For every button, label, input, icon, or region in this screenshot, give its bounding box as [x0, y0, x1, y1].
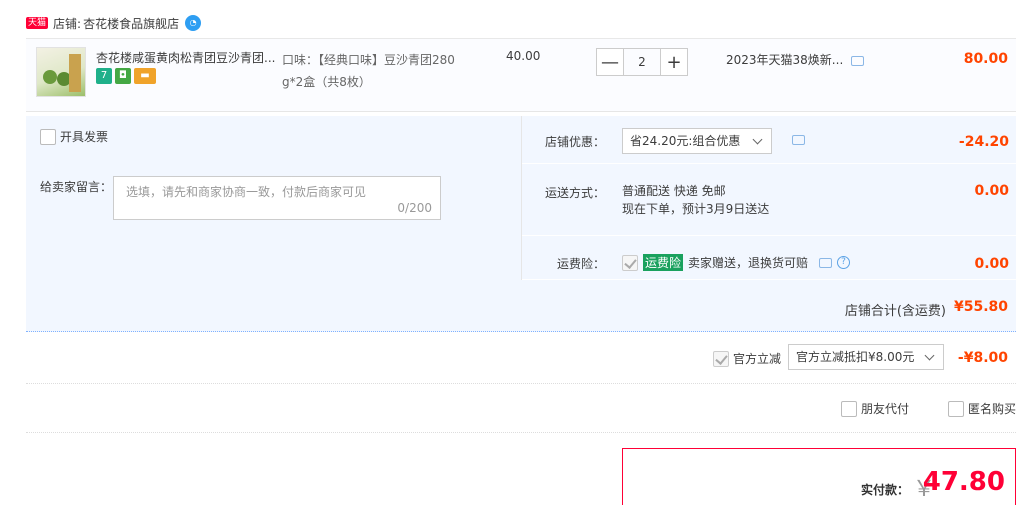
memo-char-count: 0/200	[397, 201, 432, 215]
memo-placeholder: 选填，请先和商家协商一致，付款后商家可见	[126, 185, 367, 199]
memo-label: 给卖家留言：	[40, 180, 113, 194]
shop-discount-row: 店铺优惠： 省24.20元:组合优惠 -24.20	[522, 116, 1017, 164]
official-discount-label: 官方立减	[733, 352, 782, 366]
shop-name-link[interactable]: 杏花楼食品旗舰店	[83, 15, 179, 32]
card-icon[interactable]: ▬	[134, 68, 156, 84]
help-icon[interactable]: ?	[837, 256, 851, 269]
chevron-down-icon	[752, 134, 763, 145]
shop-total-amount: ¥55.80	[953, 299, 1008, 315]
guarantee-icon[interactable]: ◘	[115, 68, 131, 84]
promotion-text: 2023年天猫38焕新...	[726, 53, 844, 67]
order-item-row: 杏花楼咸蛋黄肉松青团豆沙青团... 7 ◘ ▬ 口味：【经典口味】豆沙青团280…	[26, 38, 1016, 112]
friend-pay-option[interactable]: 朋友代付	[841, 400, 909, 417]
product-thumbnail[interactable]	[36, 47, 86, 97]
sku-line: 口味：【经典口味】豆沙青团280	[282, 53, 455, 67]
invoice-label: 开具发票	[60, 130, 109, 144]
official-discount-amount: -¥8.00	[957, 350, 1008, 366]
anonymous-checkbox[interactable]	[948, 400, 964, 417]
options-right: 店铺优惠： 省24.20元:组合优惠 -24.20 运送方式： 普通配送 快递 …	[521, 116, 1017, 280]
extra-options-row: 朋友代付 匿名购买	[26, 384, 1016, 433]
shipping-eta: 现在下单，预计3月9日送达	[622, 202, 770, 216]
insurance-option: 运费险 卖家赠送，退换货可赔 ?	[622, 254, 851, 271]
invoice-checkbox[interactable]	[40, 128, 56, 145]
shop-discount-amount: -24.20	[958, 134, 1009, 150]
insurance-amount: 0.00	[974, 256, 1009, 272]
tmall-badge: 天猫	[26, 17, 49, 29]
shipping-label: 运送方式：	[544, 186, 605, 200]
insurance-row: 运费险： 运费险 卖家赠送，退换货可赔 ? 0.00	[522, 236, 1017, 280]
official-discount-checkbox	[713, 350, 729, 367]
official-discount-select[interactable]: 官方立减抵扣¥8.00元	[788, 344, 944, 370]
insurance-text: 卖家赠送，退换货可赔	[688, 256, 809, 270]
product-title-link[interactable]: 杏花楼咸蛋黄肉松青团豆沙青团...	[96, 49, 276, 66]
shipping-details: 普通配送 快递 免邮 现在下单，预计3月9日送达	[622, 182, 769, 218]
insurance-checkbox	[622, 254, 638, 271]
official-discount-option: 官方立减	[713, 350, 781, 367]
friend-pay-checkbox[interactable]	[841, 400, 857, 417]
shipping-row: 运送方式： 普通配送 快递 免邮 现在下单，预计3月9日送达 0.00	[522, 164, 1017, 236]
official-discount-row: 官方立减 官方立减抵扣¥8.00元 -¥8.00	[26, 334, 1016, 384]
anonymous-option[interactable]: 匿名购买	[948, 400, 1016, 417]
options-left: 开具发票 给卖家留言： 选填，请先和商家协商一致，付款后商家可见 0/200	[26, 116, 521, 280]
shop-discount-select[interactable]: 省24.20元:组合优惠	[622, 128, 772, 154]
shop-discount-selected: 省24.20元:组合优惠	[630, 134, 741, 148]
shipping-amount: 0.00	[974, 183, 1009, 199]
shop-label: 店铺:	[53, 16, 82, 31]
comment-icon[interactable]	[819, 257, 833, 268]
payment-total-box: 实付款： ￥ 47.80	[622, 448, 1016, 505]
seven-day-return-icon[interactable]: 7	[96, 68, 112, 84]
shipping-method: 普通配送 快递 免邮	[622, 184, 726, 198]
memo-textarea[interactable]: 选填，请先和商家协商一致，付款后商家可见 0/200	[113, 176, 441, 220]
shop-total-label: 店铺合计(含运费)	[844, 304, 946, 319]
shop-discount-label: 店铺优惠：	[544, 135, 605, 149]
shop-header: 天猫 店铺: 杏花楼食品旗舰店 ◔	[26, 14, 202, 32]
unit-price: 40.00	[506, 49, 541, 63]
qty-increase-button[interactable]: +	[660, 48, 688, 76]
qty-input[interactable]: 2	[624, 48, 660, 76]
wangwang-chat-icon[interactable]: ◔	[185, 15, 202, 31]
sku-line: g*2盒（共8枚）	[282, 75, 371, 89]
comment-icon[interactable]	[792, 135, 805, 145]
quantity-stepper: — 2 +	[596, 48, 688, 76]
anonymous-label: 匿名购买	[968, 402, 1017, 416]
promotion: 2023年天猫38焕新...	[726, 51, 865, 68]
payment-amount: 47.80	[922, 467, 1005, 497]
insurance-tag: 运费险	[643, 254, 684, 271]
qty-decrease-button[interactable]: —	[596, 48, 624, 76]
friend-pay-label: 朋友代付	[861, 402, 910, 416]
invoice-option[interactable]: 开具发票	[40, 128, 108, 145]
payment-label: 实付款：	[860, 483, 909, 497]
chevron-down-icon	[924, 350, 935, 361]
insurance-label: 运费险：	[556, 257, 605, 271]
comment-icon[interactable]	[851, 55, 865, 66]
product-sku: 口味：【经典口味】豆沙青团280 g*2盒（共8枚）	[282, 49, 472, 93]
item-subtotal: 80.00	[963, 51, 1008, 67]
order-options-panel: 开具发票 给卖家留言： 选填，请先和商家协商一致，付款后商家可见 0/200 店…	[26, 116, 1017, 332]
service-icons: 7 ◘ ▬	[96, 68, 156, 84]
shop-total-row: 店铺合计(含运费) ¥55.80	[26, 280, 1016, 332]
official-discount-selected: 官方立减抵扣¥8.00元	[796, 350, 915, 364]
